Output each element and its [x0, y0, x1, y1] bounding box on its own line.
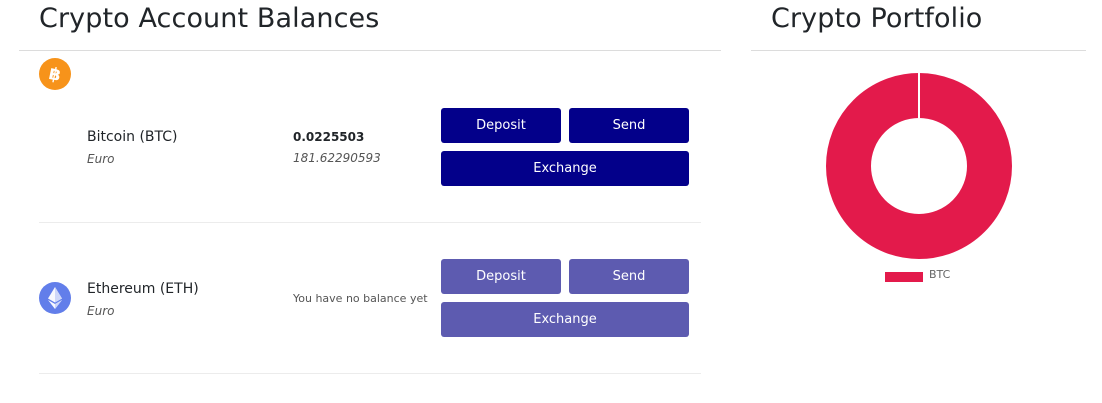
legend-label-btc[interactable]: BTC [929, 268, 950, 281]
svg-text:฿: ฿ [47, 64, 63, 86]
exchange-button-eth[interactable]: Exchange [441, 302, 689, 337]
exchange-button-btc[interactable]: Exchange [441, 151, 689, 186]
ethereum-icon [39, 282, 71, 314]
send-button-btc[interactable]: Send [569, 108, 689, 143]
coin-currency-eth: Euro [87, 304, 115, 318]
coin-name-btc: Bitcoin (BTC) [87, 129, 178, 145]
coin-name-eth: Ethereum (ETH) [87, 281, 199, 297]
deposit-button-btc[interactable]: Deposit [441, 108, 561, 143]
portfolio-doughnut-chart [826, 73, 1012, 259]
balances-title-divider [19, 50, 721, 51]
row-divider [39, 373, 701, 374]
balances-title: Crypto Account Balances [39, 3, 380, 34]
portfolio-chart [751, 0, 1086, 403]
bitcoin-icon: ฿ [39, 58, 71, 90]
row-divider [39, 222, 701, 223]
portfolio-panel: Crypto Portfolio BTC [751, 0, 1086, 403]
deposit-button-eth[interactable]: Deposit [441, 259, 561, 294]
balances-panel: Crypto Account Balances ฿ Bitcoin (BTC) … [19, 0, 721, 403]
balance-eur-btc: 181.62290593 [293, 151, 381, 165]
balance-amount-btc: 0.0225503 [293, 130, 365, 144]
no-balance-text-eth: You have no balance yet [293, 292, 428, 305]
send-button-eth[interactable]: Send [569, 259, 689, 294]
legend-swatch-btc[interactable] [885, 272, 923, 282]
coin-currency-btc: Euro [87, 152, 115, 166]
